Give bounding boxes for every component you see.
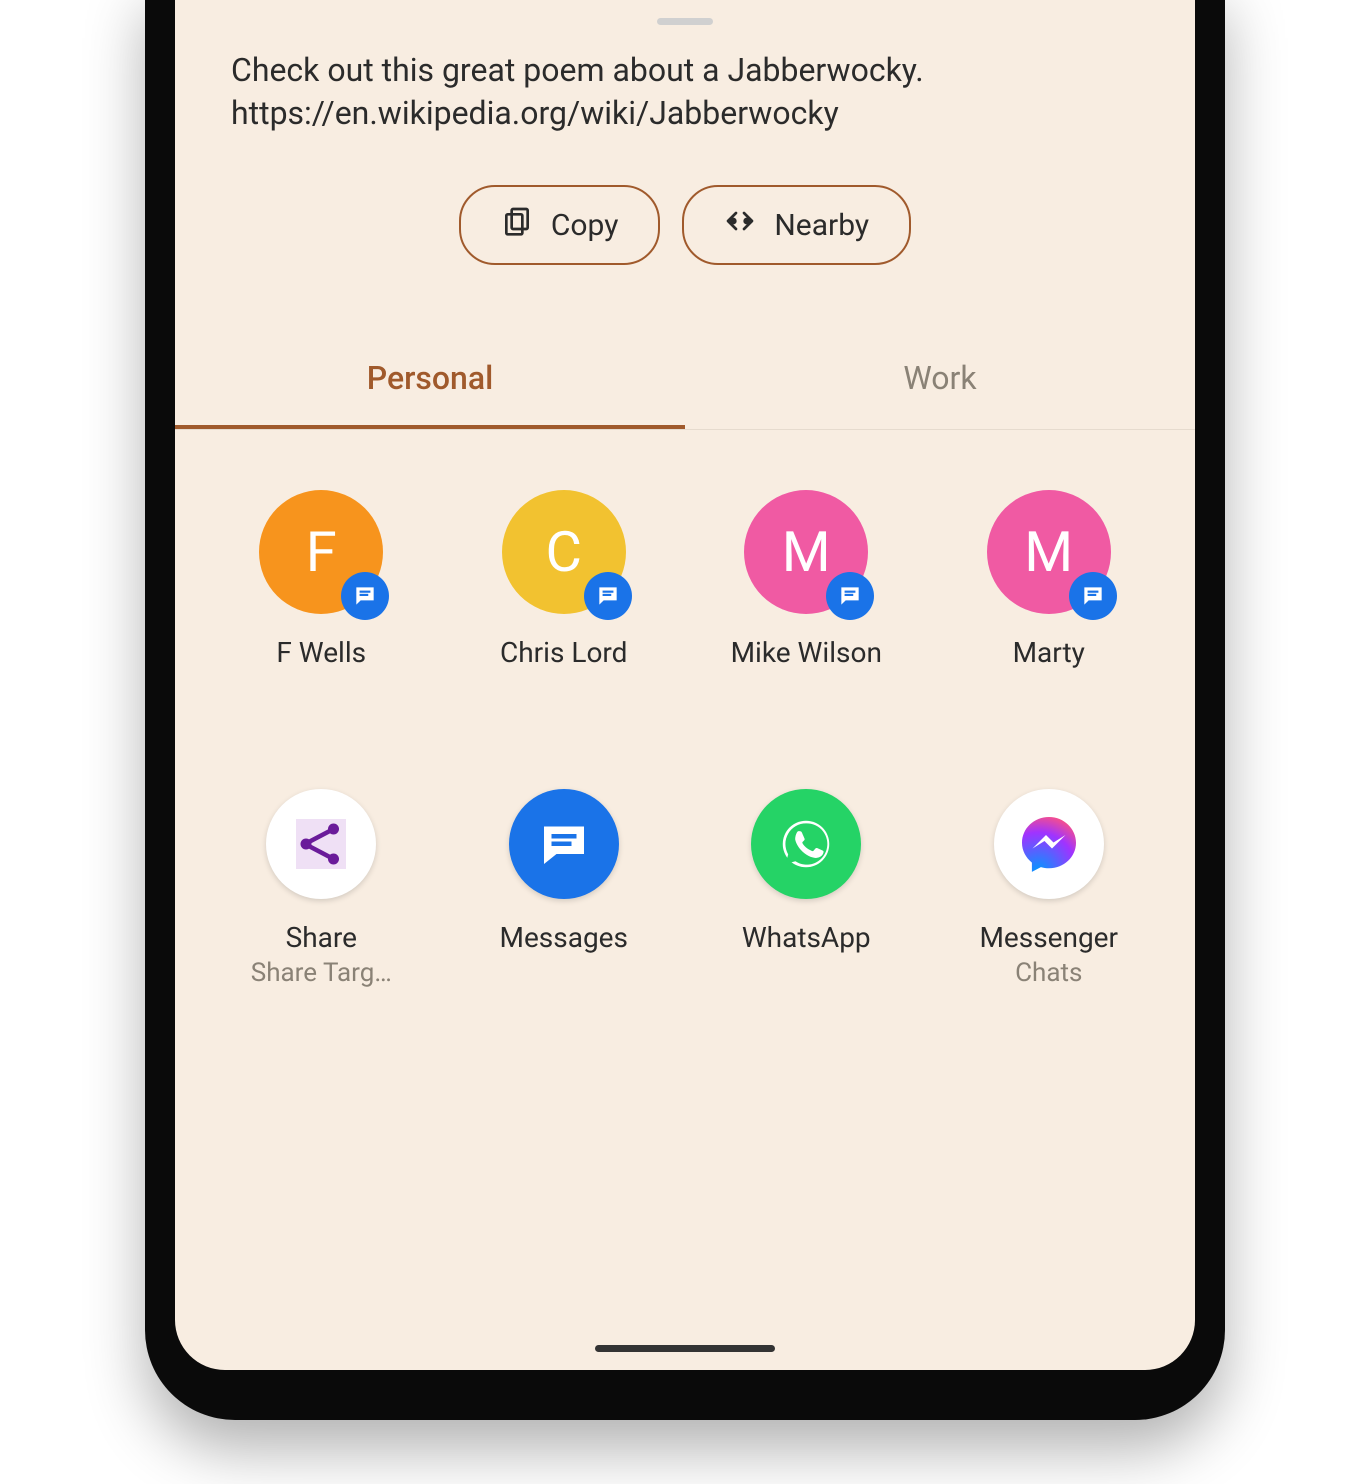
contact-item[interactable]: C Chris Lord: [448, 490, 681, 669]
app-sublabel: Share Targ…: [251, 958, 392, 988]
app-targets: Share Share Targ… Messages: [175, 729, 1195, 988]
action-row: Copy Nearby: [175, 185, 1195, 265]
contact-item[interactable]: M Marty: [933, 490, 1166, 669]
app-item-messages[interactable]: Messages: [448, 789, 681, 988]
sheet-drag-handle[interactable]: [657, 18, 713, 25]
tab-personal[interactable]: Personal: [175, 335, 685, 429]
app-label: Share: [286, 921, 357, 954]
app-label: Messages: [500, 921, 628, 954]
gesture-nav-bar[interactable]: [595, 1345, 775, 1352]
nearby-icon: [724, 205, 756, 245]
messages-badge-icon: [584, 572, 632, 620]
messages-badge-icon: [1069, 572, 1117, 620]
app-item-messenger[interactable]: Messenger Chats: [933, 789, 1166, 988]
app-label: WhatsApp: [742, 921, 871, 954]
messenger-icon: [994, 789, 1104, 899]
contact-label: F Wells: [276, 636, 366, 669]
nearby-label: Nearby: [774, 208, 869, 243]
copy-label: Copy: [551, 208, 619, 243]
share-icon: [266, 789, 376, 899]
app-item-share[interactable]: Share Share Targ…: [205, 789, 438, 988]
whatsapp-icon: [751, 789, 861, 899]
nearby-button[interactable]: Nearby: [682, 185, 911, 265]
tab-work[interactable]: Work: [685, 335, 1195, 429]
share-sheet: Check out this great poem about a Jabber…: [175, 0, 1195, 1370]
direct-share-contacts: F F Wells C Chris Lord M: [175, 430, 1195, 669]
share-text-line1: Check out this great poem about a Jabber…: [231, 49, 1139, 92]
share-preview-text: Check out this great poem about a Jabber…: [175, 49, 1195, 135]
app-sublabel: Chats: [1015, 958, 1082, 988]
app-label: Messenger: [979, 921, 1118, 954]
contact-label: Chris Lord: [500, 636, 627, 669]
share-text-line2: https://en.wikipedia.org/wiki/Jabberwock…: [231, 92, 1139, 135]
app-item-whatsapp[interactable]: WhatsApp: [690, 789, 923, 988]
messages-badge-icon: [341, 572, 389, 620]
messages-badge-icon: [826, 572, 874, 620]
profile-tabs: Personal Work: [175, 335, 1195, 430]
copy-icon: [501, 205, 533, 245]
phone-frame: Check out this great poem about a Jabber…: [145, 0, 1225, 1420]
contact-item[interactable]: M Mike Wilson: [690, 490, 923, 669]
contact-label: Mike Wilson: [731, 636, 882, 669]
copy-button[interactable]: Copy: [459, 185, 661, 265]
messages-icon: [509, 789, 619, 899]
contact-label: Marty: [1013, 636, 1085, 669]
contact-item[interactable]: F F Wells: [205, 490, 438, 669]
